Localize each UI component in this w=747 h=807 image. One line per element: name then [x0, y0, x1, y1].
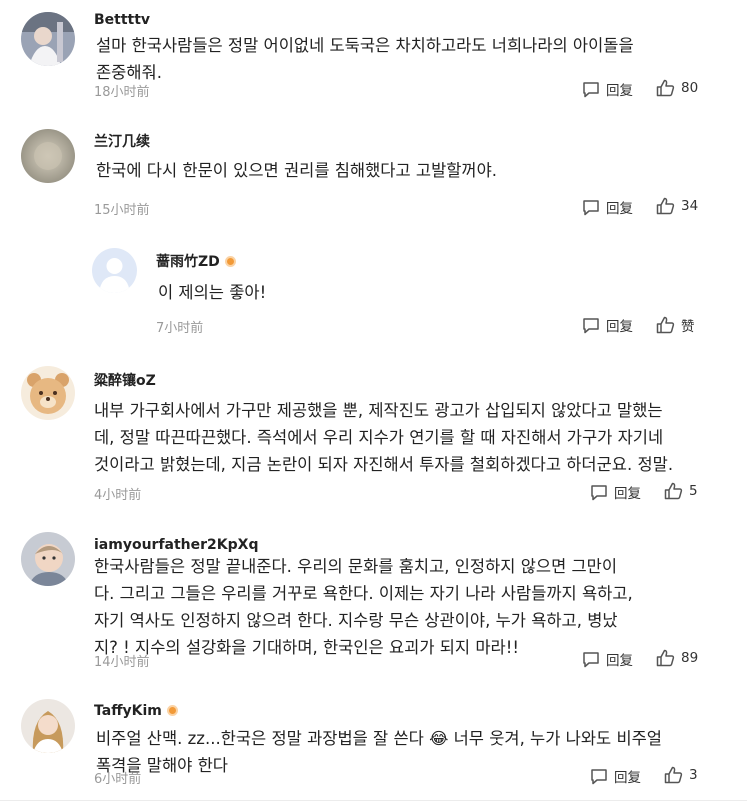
timestamp: 4小时前 — [94, 488, 142, 503]
username[interactable]: Bettttv — [94, 12, 150, 28]
comment-text: 한국에 다시 한문이 있으면 권리를 침해했다고 고발할꺼야. — [96, 161, 498, 180]
username[interactable]: 蔷雨竹ZD — [156, 251, 236, 271]
username[interactable]: iamyourfather2KpXq — [94, 537, 258, 553]
like-count: 34 — [681, 198, 699, 214]
comment-text: 설마 한국사람들은 정말 어이없네 도둑국은 차치하고라도 너희나라의 아이돌을… — [96, 36, 634, 82]
reply-button[interactable]: 回复 — [590, 766, 641, 786]
thumbs-up-icon — [656, 649, 675, 667]
timestamp: 14小时前 — [94, 655, 150, 670]
thumbs-up-icon — [656, 197, 675, 215]
like-count: 80 — [681, 80, 699, 96]
comment-text: 한국사람들은 정말 끝내준다. 우리의 문화를 훔치고, 인정하지 않으면 그만… — [94, 557, 633, 657]
timestamp: 15小时前 — [94, 203, 150, 218]
like-button[interactable]: 80 — [656, 79, 698, 97]
timestamp: 7小时前 — [156, 321, 204, 336]
reply-button[interactable]: 回复 — [582, 197, 633, 217]
timestamp: 18小时前 — [94, 85, 150, 100]
like-count: 赞 — [681, 319, 695, 335]
verified-badge-icon — [224, 256, 236, 267]
username[interactable]: TaffyKim — [94, 703, 178, 719]
reply-button[interactable]: 回复 — [582, 79, 633, 99]
thumbs-up-icon — [664, 482, 683, 500]
reply-label: 回复 — [606, 201, 633, 217]
reply-button[interactable]: 回复 — [582, 315, 633, 335]
reply-label: 回复 — [614, 486, 641, 502]
like-button[interactable]: 5 — [664, 482, 698, 500]
comment-text: 내부 가구회사에서 가구만 제공했을 뿐, 제작진도 광고가 삽입되지 않았다고… — [94, 401, 674, 474]
comment-text: 이 제의는 좋아! — [158, 283, 267, 302]
timestamp: 6小时前 — [94, 772, 142, 787]
avatar[interactable] — [21, 366, 75, 420]
reply-label: 回复 — [606, 319, 633, 335]
reply-button[interactable]: 回复 — [590, 482, 641, 502]
reply-label: 回复 — [614, 770, 641, 786]
username[interactable]: 粱醉镶oZ — [94, 370, 156, 390]
thumbs-up-icon — [664, 766, 683, 784]
divider — [0, 800, 747, 801]
like-button[interactable]: 89 — [656, 649, 698, 667]
avatar[interactable] — [21, 12, 75, 66]
comment-bubble-icon — [583, 199, 599, 215]
reply-label: 回复 — [606, 653, 633, 669]
username[interactable]: 兰汀几续 — [94, 131, 150, 151]
comment-bubble-icon — [591, 484, 607, 500]
like-count: 3 — [689, 767, 698, 783]
like-count: 89 — [681, 650, 699, 666]
reply-label: 回复 — [606, 83, 633, 99]
avatar[interactable] — [21, 129, 75, 183]
avatar[interactable] — [21, 532, 75, 586]
comment-bubble-icon — [583, 317, 599, 333]
username-text: TaffyKim — [94, 703, 162, 719]
thumbs-up-icon — [656, 316, 675, 334]
reply-button[interactable]: 回复 — [582, 649, 633, 669]
comment-text: 비주얼 산맥. zz...한국은 정말 과장법을 잘 쓴다 😂 너무 웃겨, 누… — [96, 729, 662, 775]
comment-bubble-icon — [583, 81, 599, 97]
comment-bubble-icon — [591, 768, 607, 784]
avatar[interactable] — [92, 248, 137, 293]
like-button[interactable]: 3 — [664, 766, 698, 784]
comment-bubble-icon — [583, 651, 599, 667]
like-button[interactable]: 赞 — [656, 315, 695, 335]
verified-badge-icon — [166, 705, 178, 716]
username-text: 蔷雨竹ZD — [156, 254, 220, 270]
like-count: 5 — [689, 483, 698, 499]
avatar[interactable] — [21, 699, 75, 753]
thumbs-up-icon — [656, 79, 675, 97]
like-button[interactable]: 34 — [656, 197, 698, 215]
